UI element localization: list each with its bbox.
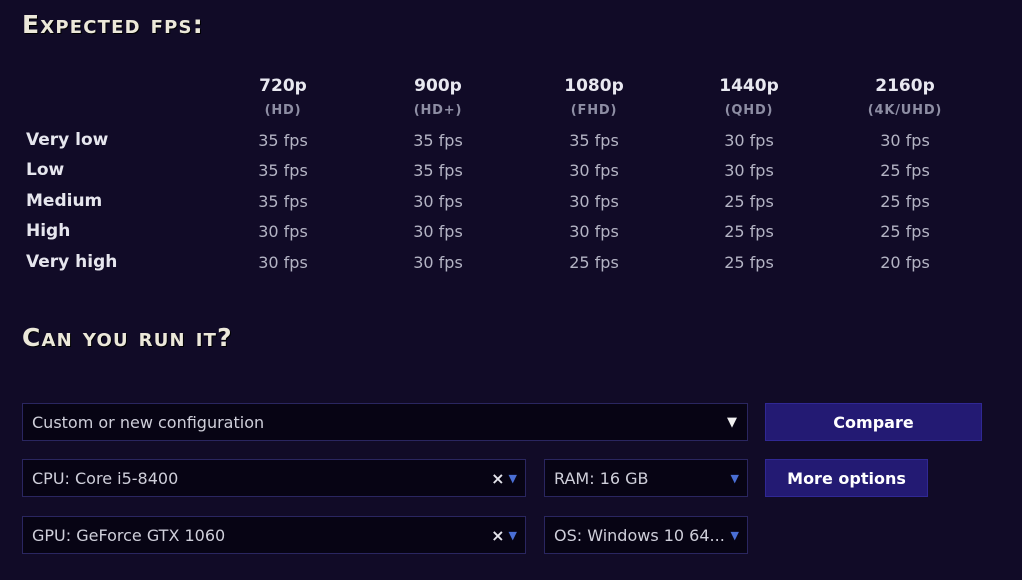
col-1080p-label: 1080p [564, 76, 624, 96]
fps-cell: 25 fps [880, 192, 930, 211]
col-1080p-sublabel: (FHD) [570, 103, 618, 118]
fps-cell: 25 fps [569, 253, 619, 272]
fps-cell: 30 fps [413, 253, 463, 272]
more-options-button[interactable]: More options [765, 459, 928, 497]
row-label-very-low: Very low [26, 130, 109, 150]
cpu-select[interactable]: CPU: Core i5-8400 × ▼ [22, 459, 526, 497]
fps-cell: 30 fps [413, 222, 463, 241]
fps-cell: 30 fps [724, 161, 774, 180]
row-label-very-high: Very high [26, 252, 118, 272]
fps-cell: 35 fps [569, 131, 619, 150]
fps-cell: 30 fps [880, 131, 930, 150]
fps-cell: 35 fps [413, 161, 463, 180]
col-720p-sublabel: (HD) [264, 103, 302, 118]
clear-x-icon[interactable]: × [491, 469, 504, 488]
can-you-run-it-heading: Can you run it? [22, 323, 233, 352]
fps-cell: 30 fps [258, 222, 308, 241]
col-1440p-sublabel: (QHD) [724, 103, 774, 118]
dropdown-arrow-icon[interactable]: ▼ [509, 472, 517, 485]
col-2160p-label: 2160p [875, 76, 935, 96]
fps-cell: 35 fps [258, 161, 308, 180]
col-720p-label: 720p [259, 76, 307, 96]
dropdown-arrow-icon[interactable]: ▼ [731, 529, 739, 542]
fps-cell: 25 fps [724, 192, 774, 211]
fps-cell: 30 fps [569, 222, 619, 241]
fps-cell: 35 fps [413, 131, 463, 150]
fps-cell: 30 fps [258, 253, 308, 272]
fps-cell: 35 fps [258, 192, 308, 211]
dropdown-arrow-icon[interactable]: ▼ [731, 472, 739, 485]
col-900p-sublabel: (HD+) [413, 103, 463, 118]
compare-button[interactable]: Compare [765, 403, 982, 441]
fps-cell: 30 fps [724, 131, 774, 150]
clear-x-icon[interactable]: × [491, 526, 504, 545]
col-1440p-label: 1440p [719, 76, 779, 96]
gpu-select[interactable]: GPU: GeForce GTX 1060 × ▼ [22, 516, 526, 554]
dropdown-arrow-icon[interactable]: ▼ [509, 529, 517, 542]
os-select-value: OS: Windows 10 64... [554, 525, 725, 545]
dropdown-arrow-icon: ▼ [727, 414, 737, 430]
fps-cell: 20 fps [880, 253, 930, 272]
fps-cell: 30 fps [569, 161, 619, 180]
os-select[interactable]: OS: Windows 10 64... ▼ [544, 516, 748, 554]
fps-cell: 35 fps [258, 131, 308, 150]
ram-select[interactable]: RAM: 16 GB ▼ [544, 459, 748, 497]
row-label-medium: Medium [26, 191, 103, 211]
fps-cell: 25 fps [880, 161, 930, 180]
fps-cell: 25 fps [724, 253, 774, 272]
configuration-select[interactable]: Custom or new configuration ▼ [22, 403, 748, 441]
row-label-low: Low [26, 160, 65, 180]
fps-cell: 30 fps [413, 192, 463, 211]
col-900p-label: 900p [414, 76, 462, 96]
fps-cell: 30 fps [569, 192, 619, 211]
configuration-select-value: Custom or new configuration [32, 412, 265, 432]
row-label-high: High [26, 221, 71, 241]
ram-select-value: RAM: 16 GB [554, 468, 649, 488]
gpu-select-value: GPU: GeForce GTX 1060 [32, 525, 226, 545]
fps-cell: 25 fps [880, 222, 930, 241]
col-2160p-sublabel: (4K/UHD) [867, 103, 943, 118]
fps-table: 720p (HD) 900p (HD+) 1080p (FHD) 1440p (… [0, 0, 1022, 300]
cpu-select-value: CPU: Core i5-8400 [32, 468, 179, 488]
fps-cell: 25 fps [724, 222, 774, 241]
